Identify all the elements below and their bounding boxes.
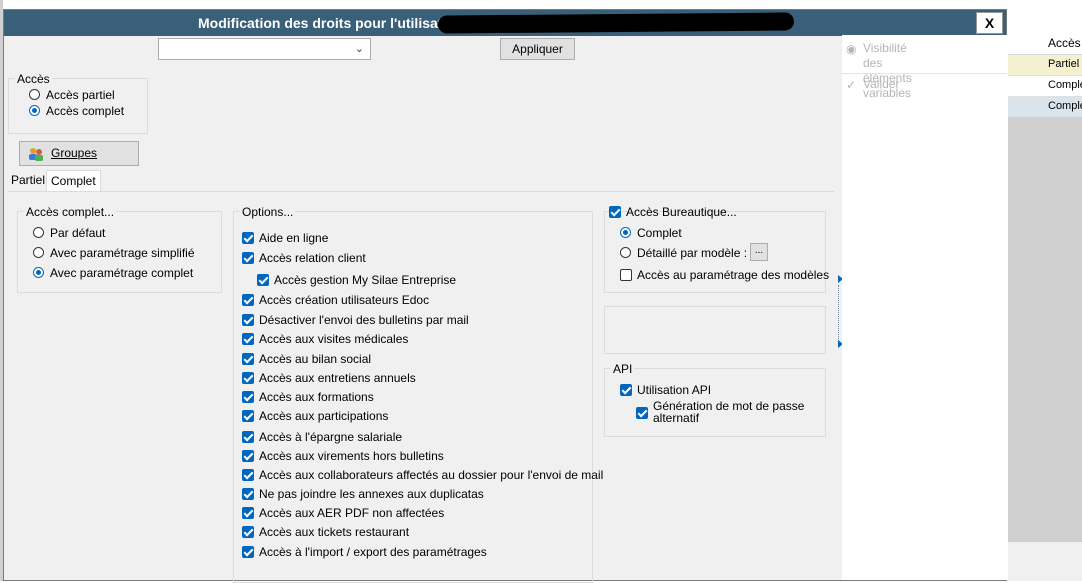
close-button[interactable]: X [976, 12, 1003, 34]
tab-partiel[interactable]: Partiel [7, 170, 49, 191]
checkbox-icon [242, 546, 254, 558]
option-label: Accès aux visites médicales [259, 332, 409, 346]
radio-label: Accès complet [46, 104, 125, 118]
radio-label: Avec paramétrage simplifié [50, 246, 195, 260]
checkbox-icon [242, 353, 254, 365]
option-label: Accès aux formations [259, 390, 374, 404]
radio-label: Complet [637, 226, 682, 240]
background-grid-empty-area [1008, 117, 1082, 572]
background-row: Partiel [1008, 55, 1082, 76]
checkbox-icon [257, 274, 269, 286]
tab-panel-complet: Accès complet... Par défaut Avec paramét… [8, 191, 834, 583]
check-circle-icon: ✓ [846, 78, 857, 92]
background-row-label: Partiel [1048, 58, 1080, 70]
complete-access-group: Accès complet... Par défaut Avec paramét… [17, 205, 222, 293]
option-label: Accès aux entretiens annuels [259, 371, 416, 385]
office-access-group: Accès Bureautique... Complet Détaillé pa… [604, 205, 830, 293]
employee-groups-button[interactable]: Groupes salariés [19, 141, 139, 183]
variable-visibility-label: Visibilité des éléments variables [863, 41, 912, 101]
background-grid: Accès Partiel Comple Comple [1008, 32, 1082, 581]
background-row-label: Comple [1048, 79, 1082, 91]
radio-label: Accès partiel [46, 88, 115, 102]
checkbox-icon [242, 469, 254, 481]
apply-button[interactable]: Appliquer [500, 38, 575, 60]
checkbox-icon [636, 407, 648, 419]
radio-button-icon [33, 227, 44, 238]
tab-complet[interactable]: Complet [46, 170, 101, 192]
checkbox-icon [242, 526, 254, 538]
option-label: Accès aux collaborateurs affectés au dos… [259, 468, 604, 482]
checkbox-icon [620, 384, 632, 396]
radio-button-icon [620, 227, 631, 238]
background-grid-footer [1008, 542, 1082, 581]
checkbox-icon [620, 269, 632, 281]
radio-button-icon [620, 247, 631, 258]
actions-panel: ◉ Visibilité des éléments variables ✓ Va… [842, 35, 1007, 580]
alt-password-label: Génération de mot de passe alternatif [653, 400, 804, 424]
access-group-title: Accès [15, 72, 52, 86]
background-row-label: Comple [1048, 100, 1082, 112]
model-ellipsis-button[interactable]: ... [750, 243, 768, 261]
options-group: Options... Aide en ligne Accès relation … [233, 205, 603, 583]
checkbox-icon [242, 372, 254, 384]
checkbox-icon [242, 232, 254, 244]
api-group: API Utilisation API Génération de mot de… [604, 362, 826, 437]
checkbox-icon [242, 488, 254, 500]
rights-dialog: Modification des droits pour l'utilisate… [3, 9, 1007, 583]
user-profile-select[interactable]: ⌄ [158, 38, 371, 60]
radio-button-icon [33, 247, 44, 258]
radio-button-icon [29, 105, 40, 116]
alt-password-label-line: alternatif [653, 411, 700, 425]
checkbox-icon [242, 314, 254, 326]
checkbox-icon [242, 294, 254, 306]
background-row: Comple [1008, 76, 1082, 97]
option-label: Accès aux virements hors bulletins [259, 449, 444, 463]
option-label: Accès à l'import / export des paramétrag… [259, 545, 487, 559]
checkbox-icon [242, 391, 254, 403]
checkbox-icon [242, 450, 254, 462]
option-label: Accès aux participations [259, 409, 389, 423]
options-title: Options... [240, 205, 296, 219]
empty-panel [604, 306, 826, 354]
option-label: Ne pas joindre les annexes aux duplicata… [259, 487, 484, 501]
access-group: Accès Accès partiel Accès complet [8, 72, 148, 134]
dialog-title: Modification des droits pour l'utilisate [198, 15, 451, 31]
radio-button-icon [33, 267, 44, 278]
radio-button-icon [29, 89, 40, 100]
redaction-mark [437, 12, 795, 34]
background-row: Comple [1008, 97, 1082, 118]
chevron-down-icon: ⌄ [354, 43, 364, 55]
checkbox-icon [242, 333, 254, 345]
radio-label: Détaillé par modèle : [637, 246, 748, 260]
option-label: Désactiver l'envoi des bulletins par mai… [259, 313, 469, 327]
checkbox-icon [242, 431, 254, 443]
option-label: Accès au bilan social [259, 352, 372, 366]
model-settings-label: Accès au paramétrage des modèles [637, 268, 830, 282]
api-usage-label: Utilisation API [637, 383, 712, 397]
option-label: Accès gestion My Silae Entreprise [274, 273, 457, 287]
checkbox-icon [242, 507, 254, 519]
divider [842, 73, 1007, 74]
option-label: Accès relation client [259, 251, 366, 265]
option-label: Accès aux tickets restaurant [259, 525, 410, 539]
option-label: Accès à l'épargne salariale [259, 430, 403, 444]
background-grid-header: Accès [1008, 32, 1082, 55]
dialog-titlebar: Modification des droits pour l'utilisate… [4, 10, 1006, 36]
option-label: Aide en ligne [259, 231, 329, 245]
option-label: Accès création utilisateurs Edoc [259, 293, 430, 307]
checkbox-icon [609, 206, 621, 218]
option-label: Accès aux AER PDF non affectées [259, 506, 445, 520]
checkbox-icon [242, 252, 254, 264]
office-access-title: Accès Bureautique... [626, 205, 737, 219]
user-group-icon [29, 148, 43, 161]
background-column-header: Accès [1048, 36, 1081, 50]
checkbox-icon [242, 410, 254, 422]
validate-label: Valider [863, 77, 900, 91]
radio-label: Par défaut [50, 226, 106, 240]
complete-access-title: Accès complet... [24, 205, 117, 219]
radio-label: Avec paramétrage complet [50, 266, 194, 280]
api-group-title: API [611, 362, 635, 376]
eye-icon: ◉ [846, 42, 857, 56]
